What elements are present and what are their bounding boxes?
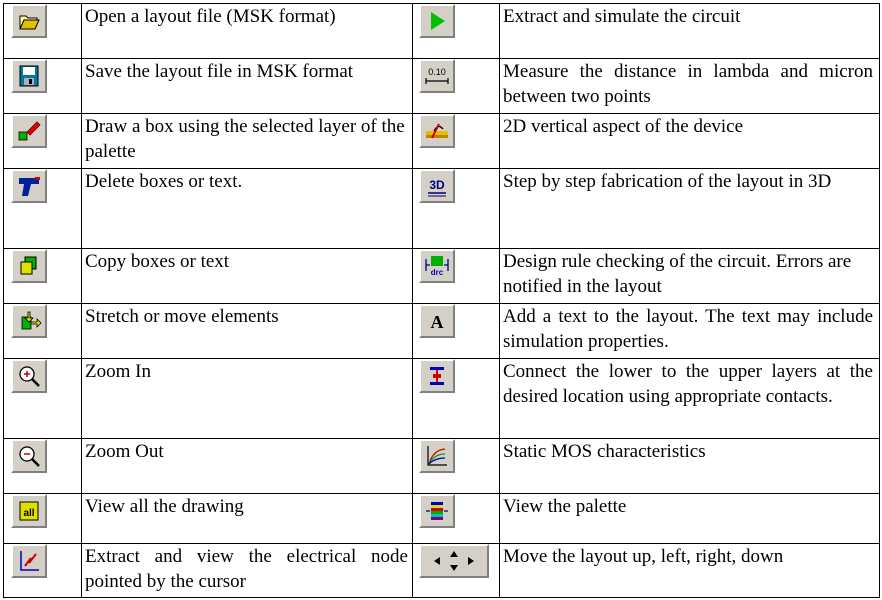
icon-cell: A <box>412 303 500 359</box>
copy-icon <box>11 249 47 283</box>
description-left: Draw a box using the selected layer of t… <box>81 113 413 169</box>
description-left: Extract and view the electrical node poi… <box>81 543 413 598</box>
icon-cell <box>3 168 82 249</box>
table-row: Save the layout file in MSK format 0.10 … <box>3 58 880 114</box>
icon-cell <box>3 543 82 598</box>
icon-cell <box>3 3 82 59</box>
description-right: Measure the distance in lambda and micro… <box>499 58 880 114</box>
cross-section-icon <box>419 114 455 148</box>
table-row: Stretch or move elements A Add a text to… <box>3 303 880 359</box>
description-right: Add a text to the layout. The text may i… <box>499 303 880 359</box>
description-left: Delete boxes or text. <box>81 168 413 249</box>
palette-icon <box>419 494 455 528</box>
description-right: Extract and simulate the circuit <box>499 3 880 59</box>
description-left: View all the drawing <box>81 493 413 544</box>
icon-cell <box>3 438 82 494</box>
zoom-in-icon <box>11 359 47 393</box>
drc-icon: drc <box>419 249 455 283</box>
table-row: Open a layout file (MSK format) Extract … <box>3 3 880 59</box>
description-right: Step by step fabrication of the layout i… <box>499 168 880 249</box>
contact-icon <box>419 359 455 393</box>
mos-characteristics-icon <box>419 439 455 473</box>
description-left: Zoom Out <box>81 438 413 494</box>
table-row: Delete boxes or text. 3D Step by step fa… <box>3 168 880 249</box>
measure-ruler-icon: 0.10 <box>419 59 455 93</box>
icon-cell <box>412 493 500 544</box>
icon-cell: all <box>3 493 82 544</box>
icon-cell: 0.10 <box>412 58 500 114</box>
description-left: Zoom In <box>81 358 413 439</box>
description-right: Move the layout up, left, right, down <box>499 543 880 598</box>
fabrication-3d-icon: 3D <box>419 169 455 203</box>
draw-box-icon <box>11 114 47 148</box>
description-left: Stretch or move elements <box>81 303 413 359</box>
description-left: Save the layout file in MSK format <box>81 58 413 114</box>
floppy-disk-icon <box>11 59 47 93</box>
svg-text:3D: 3D <box>429 178 445 192</box>
add-text-icon: A <box>419 304 455 338</box>
view-all-icon: all <box>11 494 47 528</box>
svg-text:A: A <box>431 312 444 332</box>
icon-cell <box>412 358 500 439</box>
description-right: View the palette <box>499 493 880 544</box>
icon-cell <box>412 543 500 598</box>
icon-cell <box>3 358 82 439</box>
description-right: 2D vertical aspect of the device <box>499 113 880 169</box>
table-row: all View all the drawing View the palett… <box>3 493 880 544</box>
description-left: Copy boxes or text <box>81 248 413 304</box>
command-reference-table: Open a layout file (MSK format) Extract … <box>3 3 880 598</box>
icon-cell <box>3 58 82 114</box>
description-left: Open a layout file (MSK format) <box>81 3 413 59</box>
table-row: Draw a box using the selected layer of t… <box>3 113 880 169</box>
icon-cell: drc <box>412 248 500 304</box>
svg-text:0.10: 0.10 <box>428 67 446 77</box>
svg-text:all: all <box>23 508 34 519</box>
icon-cell <box>3 248 82 304</box>
icon-cell <box>412 113 500 169</box>
table-row: Zoom In Connect the lower to the upper l… <box>3 358 880 439</box>
simulate-play-icon <box>419 4 455 38</box>
icon-cell <box>412 3 500 59</box>
table-row: Zoom Out Static MOS characteristics <box>3 438 880 494</box>
move-arrows-icon <box>419 544 489 578</box>
icon-cell: 3D <box>412 168 500 249</box>
delete-gun-icon <box>11 169 47 203</box>
icon-cell <box>3 113 82 169</box>
table-row: Extract and view the electrical node poi… <box>3 543 880 598</box>
node-extract-icon <box>11 544 47 578</box>
table-row: Copy boxes or text drc Design rule check… <box>3 248 880 304</box>
description-right: Static MOS characteristics <box>499 438 880 494</box>
folder-open-icon <box>11 4 47 38</box>
svg-text:drc: drc <box>431 268 444 277</box>
description-right: Connect the lower to the upper layers at… <box>499 358 880 439</box>
description-right: Design rule checking of the circuit. Err… <box>499 248 880 304</box>
zoom-out-icon <box>11 439 47 473</box>
stretch-move-icon <box>11 304 47 338</box>
icon-cell <box>412 438 500 494</box>
icon-cell <box>3 303 82 359</box>
